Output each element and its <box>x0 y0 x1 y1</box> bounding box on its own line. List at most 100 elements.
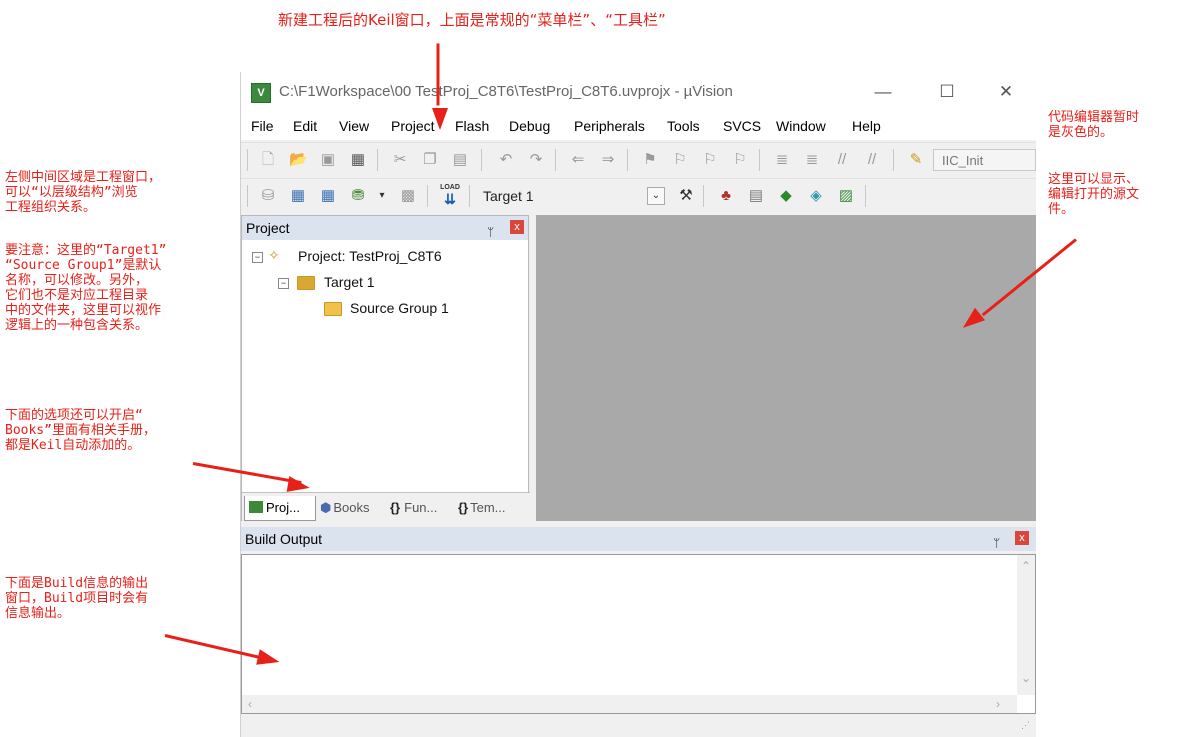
paste-icon[interactable]: ▤ <box>451 151 469 169</box>
target-options-icon[interactable]: ⚒ <box>677 187 695 205</box>
toolbar-separator <box>759 149 760 171</box>
rebuild-icon[interactable]: ▦ <box>319 187 337 205</box>
bookmark-prev-icon[interactable]: ⚐ <box>671 151 689 169</box>
menu-flash[interactable]: Flash <box>455 118 489 134</box>
standard-toolbar: 🗋 📂 ▣ ▦ ✂ ❐ ▤ ↶ ↷ ⇐ ⇒ ⚑ ⚐ ⚐ ⚐ ≣ ≣ // // … <box>241 142 1036 177</box>
annotation-build-output: 下面是Build信息的输出 窗口，Build项目时会有 信息输出。 <box>5 576 149 621</box>
manage-project-items-icon[interactable]: ♣ <box>717 187 735 205</box>
toolbar-separator <box>247 149 248 171</box>
scroll-down-icon[interactable]: ⌄ <box>1021 671 1031 685</box>
menu-debug[interactable]: Debug <box>509 118 550 134</box>
uvision-app-icon: V <box>251 83 271 103</box>
menu-view[interactable]: View <box>339 118 369 134</box>
tab-functions[interactable]: {} Fun... <box>388 496 452 520</box>
scroll-left-icon[interactable]: ‹ <box>248 697 252 711</box>
save-icon[interactable]: ▣ <box>319 151 337 169</box>
menu-svcs[interactable]: SVCS <box>723 118 761 134</box>
menu-tools[interactable]: Tools <box>667 118 700 134</box>
books-icon: ⬢ <box>320 500 332 515</box>
code-editor-area[interactable] <box>536 215 1036 521</box>
collapse-project-icon[interactable]: − <box>252 252 263 263</box>
project-panel: Project ᛘ x − ✧ Project: TestProj_C8T6 −… <box>241 215 530 523</box>
annotation-editor-source: 这里可以显示、 编辑打开的源文 件。 <box>1048 172 1140 217</box>
multi-project-icon[interactable]: ▨ <box>837 187 855 205</box>
manage-runtime-icon[interactable]: ▤ <box>747 187 765 205</box>
tab-project[interactable]: Proj... <box>244 496 316 521</box>
find-in-files-icon[interactable]: ✎ <box>907 151 925 169</box>
maximize-button[interactable]: ☐ <box>927 78 967 106</box>
annotation-editor-gray: 代码编辑器暂时 是灰色的。 <box>1048 110 1140 140</box>
pack-installer-icon[interactable]: ◈ <box>807 187 825 205</box>
build-output-header: Build Output ᛘ x <box>241 527 1036 551</box>
annotation-books: 下面的选项还可以开启“ Books”里面有相关手册， 都是Keil自动添加的。 <box>5 408 156 453</box>
nav-back-icon[interactable]: ⇐ <box>569 151 587 169</box>
batch-build-icon[interactable]: ⛃ <box>349 187 367 205</box>
menu-edit[interactable]: Edit <box>293 118 317 134</box>
save-all-icon[interactable]: ▦ <box>349 151 367 169</box>
close-icon[interactable]: x <box>510 220 524 234</box>
menu-project[interactable]: Project <box>391 118 435 134</box>
resize-grip-icon[interactable]: ⋰ <box>1021 720 1030 731</box>
scroll-up-icon[interactable]: ⌃ <box>1021 559 1031 573</box>
menu-bar: File Edit View Project Flash Debug Perip… <box>241 112 1036 140</box>
indent-icon[interactable]: ≣ <box>773 151 791 169</box>
unindent-icon[interactable]: ≣ <box>803 151 821 169</box>
scroll-right-icon[interactable]: › <box>996 697 1000 711</box>
close-window-button[interactable]: ✕ <box>986 78 1026 106</box>
cut-icon[interactable]: ✂ <box>391 151 409 169</box>
group-folder-icon <box>324 302 342 316</box>
chevron-down-icon[interactable]: ⌄ <box>647 187 665 205</box>
redo-icon[interactable]: ↷ <box>527 151 545 169</box>
close-icon[interactable]: x <box>1015 531 1029 545</box>
uncomment-icon[interactable]: // <box>863 151 881 169</box>
download-load-icon[interactable]: LOAD ⇊ <box>439 184 461 208</box>
tab-templates[interactable]: {} Tem... <box>456 496 526 520</box>
uvision-window: V C:\F1Workspace\00 TestProj_C8T6\TestPr… <box>240 72 1036 737</box>
bookmark-clear-icon[interactable]: ⚐ <box>731 151 749 169</box>
tab-templates-label: Tem... <box>470 500 506 515</box>
pin-icon[interactable]: ᛘ <box>487 220 494 244</box>
project-node-icon: ✧ <box>268 247 280 263</box>
copy-icon[interactable]: ❐ <box>421 151 439 169</box>
menu-peripherals[interactable]: Peripherals <box>574 118 645 134</box>
function-combo[interactable]: IIC_Init <box>933 149 1036 171</box>
open-folder-icon[interactable]: 📂 <box>289 151 308 169</box>
bookmark-next-icon[interactable]: ⚐ <box>701 151 719 169</box>
project-tab-icon <box>249 501 263 513</box>
project-panel-title: Project <box>246 220 290 236</box>
comment-icon[interactable]: // <box>833 151 851 169</box>
target-select[interactable]: Target 1 ⌄ <box>477 185 667 207</box>
tree-project-node[interactable]: Project: TestProj_C8T6 <box>298 248 442 264</box>
batch-dropdown-icon[interactable]: ▾ <box>373 187 391 205</box>
tab-project-label: Proj... <box>266 500 300 515</box>
menu-file[interactable]: File <box>251 118 274 134</box>
build-icon[interactable]: ▦ <box>289 187 307 205</box>
pin-icon[interactable]: ᛘ <box>993 531 1000 555</box>
tab-books-label: Books <box>333 500 370 515</box>
collapse-target-icon[interactable]: − <box>278 278 289 289</box>
bookmark-icon[interactable]: ⚑ <box>641 151 659 169</box>
select-pack-icon[interactable]: ◆ <box>777 187 795 205</box>
menu-help[interactable]: Help <box>852 118 881 134</box>
nav-forward-icon[interactable]: ⇒ <box>599 151 617 169</box>
title-bar: V C:\F1Workspace\00 TestProj_C8T6\TestPr… <box>241 72 1036 112</box>
minimize-button[interactable]: — <box>863 78 903 106</box>
tree-source-group-node[interactable]: Source Group 1 <box>350 300 449 316</box>
toolbar-separator <box>865 185 866 207</box>
build-toolbar: ⛁ ▦ ▦ ⛃ ▾ ▩ LOAD ⇊ Target 1 ⌄ ⚒ ♣ ▤ ◆ ◈ ▨ <box>241 178 1036 213</box>
undo-icon[interactable]: ↶ <box>497 151 515 169</box>
new-file-icon[interactable]: 🗋 <box>259 151 277 169</box>
build-output-text-area[interactable]: ⌃ ⌄ ‹ › <box>241 554 1036 714</box>
stop-build-icon[interactable]: ▩ <box>399 187 417 205</box>
annotation-project-panel: 左侧中间区域是工程窗口， 可以“以层级结构”浏览 工程组织关系。 <box>5 170 162 215</box>
vertical-scrollbar[interactable]: ⌃ ⌄ <box>1017 555 1035 695</box>
translate-icon[interactable]: ⛁ <box>259 187 277 205</box>
menu-window[interactable]: Window <box>776 118 826 134</box>
project-panel-tabs: Proj... ⬢ Books {} Fun... {} Tem... <box>242 492 530 523</box>
build-output-panel: Build Output ᛘ x ⌃ ⌄ ‹ › ⋰ <box>241 527 1036 737</box>
tab-books[interactable]: ⬢ Books <box>318 496 384 520</box>
load-label: LOAD <box>440 184 460 191</box>
project-panel-header: Project ᛘ x <box>242 216 528 240</box>
horizontal-scrollbar[interactable]: ‹ › <box>242 695 1017 713</box>
tree-target-node[interactable]: Target 1 <box>324 274 375 290</box>
